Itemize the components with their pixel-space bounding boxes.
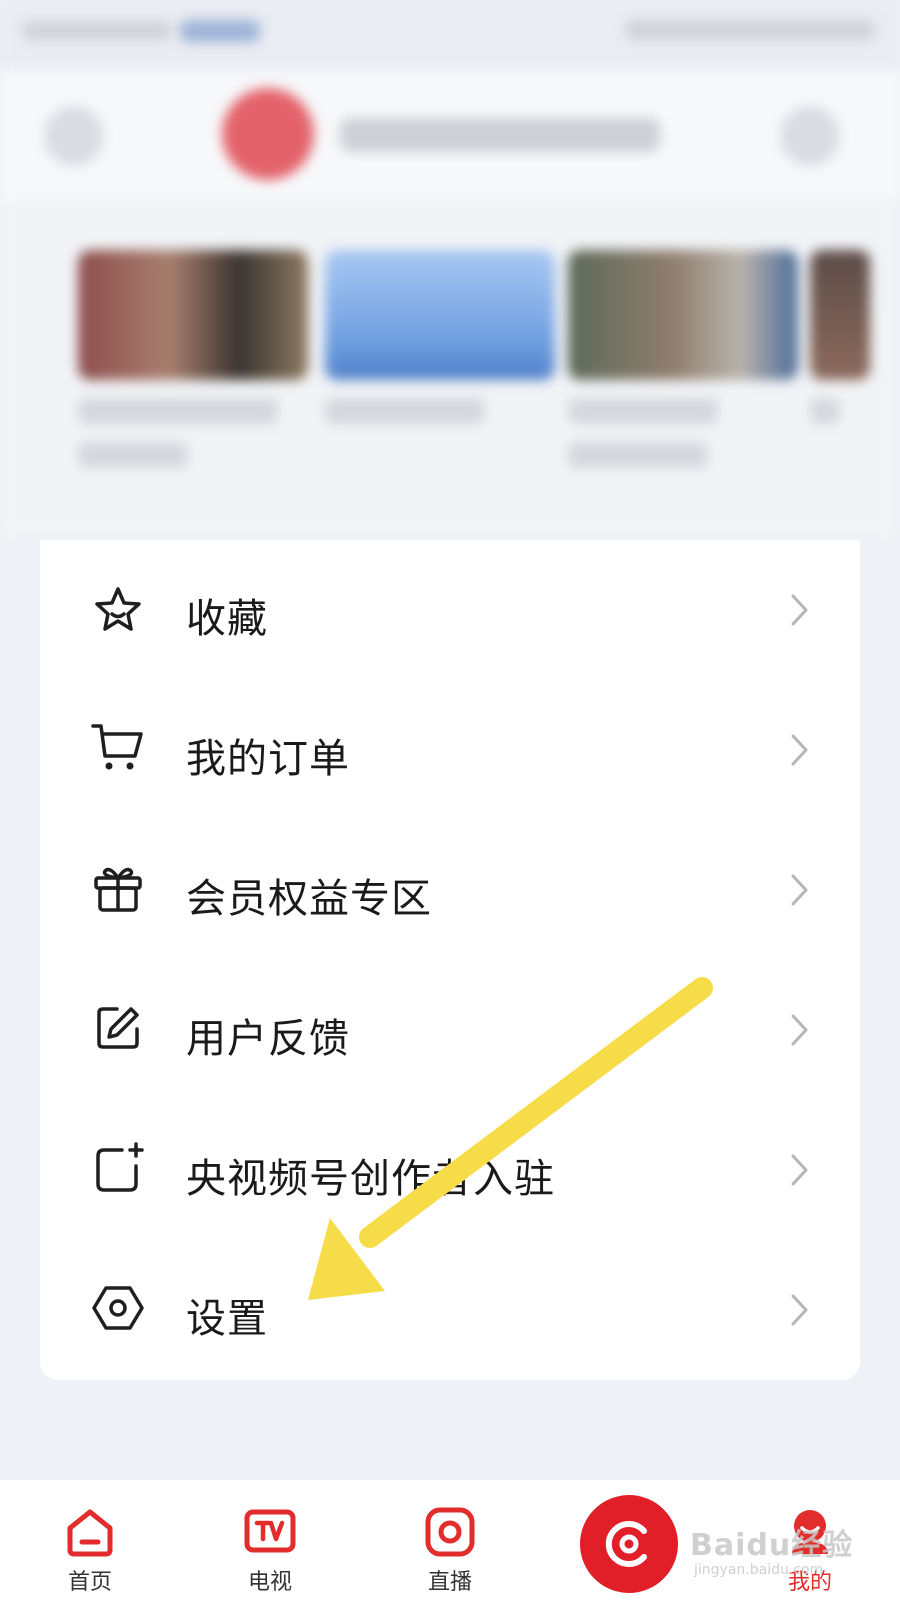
- menu-item-label: 用户反馈: [186, 1016, 350, 1062]
- menu-item-label: 设置: [186, 1296, 268, 1342]
- baidu-watermark: Baidu经验 jingyan.baidu.com: [690, 1520, 860, 1590]
- history-card[interactable]: [78, 250, 308, 468]
- menu-item-feedback[interactable]: 用户反馈: [40, 960, 860, 1100]
- history-card[interactable]: [810, 250, 870, 424]
- bottom-nav: 首页 电视 直播 我的 Baidu经验 jingyan.baidu.com: [0, 1480, 900, 1600]
- scan-icon[interactable]: [44, 106, 104, 166]
- history-title: [78, 442, 188, 468]
- message-icon[interactable]: [780, 106, 840, 166]
- history-title: [568, 442, 708, 468]
- menu-item-favorites[interactable]: 收藏: [40, 540, 860, 680]
- center-action-button[interactable]: [580, 1495, 678, 1593]
- profile-header: [0, 70, 900, 200]
- edit-icon: [90, 1000, 146, 1056]
- blurred-top-area: [0, 0, 900, 540]
- menu-item-settings[interactable]: 设置: [40, 1240, 860, 1380]
- history-thumbnail: [810, 250, 870, 380]
- chevron-right-icon: [788, 1150, 812, 1190]
- history-title: [568, 398, 718, 424]
- home-icon: [67, 1509, 113, 1557]
- history-thumbnail: [325, 250, 555, 380]
- nav-item-home[interactable]: 首页: [30, 1480, 150, 1600]
- chevron-right-icon: [788, 730, 812, 770]
- status-bar: [0, 0, 900, 70]
- menu-item-label: 收藏: [186, 596, 268, 642]
- settings-hexagon-icon: [90, 1280, 146, 1336]
- chevron-right-icon: [788, 1290, 812, 1330]
- nav-label: 直播: [427, 1570, 472, 1595]
- cctv-logo-icon: [605, 1521, 647, 1567]
- history-title: [325, 398, 485, 424]
- menu-card: 收藏 我的订单 会员权益专区 用户反馈 央视频号创作者入驻 设置: [40, 540, 860, 1380]
- menu-item-creator-join[interactable]: 央视频号创作者入驻: [40, 1100, 860, 1240]
- chevron-right-icon: [788, 870, 812, 910]
- nav-item-tv[interactable]: 电视: [210, 1480, 330, 1600]
- status-bar-indicator: [180, 20, 260, 42]
- chevron-right-icon: [788, 590, 812, 630]
- watch-history-carousel: [0, 200, 900, 540]
- nav-item-live[interactable]: 直播: [390, 1480, 510, 1600]
- history-thumbnail: [78, 250, 308, 380]
- chevron-right-icon: [788, 1010, 812, 1050]
- watermark-main: Baidu经验: [690, 1528, 854, 1563]
- menu-item-label: 会员权益专区: [186, 876, 432, 922]
- status-bar-system-icons: [625, 20, 875, 40]
- cart-icon: [90, 720, 146, 776]
- status-bar-time: [22, 22, 172, 40]
- nav-label: 电视: [247, 1570, 292, 1595]
- menu-item-orders[interactable]: 我的订单: [40, 680, 860, 820]
- history-card[interactable]: [568, 250, 798, 468]
- history-title: [78, 398, 278, 424]
- tv-icon: [244, 1509, 296, 1553]
- live-icon: [425, 1507, 475, 1557]
- history-title: [810, 398, 840, 424]
- watermark-sub: jingyan.baidu.com: [694, 1562, 824, 1578]
- menu-item-membership[interactable]: 会员权益专区: [40, 820, 860, 960]
- history-card[interactable]: [325, 250, 555, 424]
- star-icon: [90, 582, 146, 638]
- menu-item-label: 我的订单: [186, 736, 350, 782]
- username[interactable]: [340, 118, 660, 152]
- gift-icon: [90, 860, 146, 916]
- nav-label: 首页: [67, 1570, 112, 1595]
- avatar[interactable]: [222, 88, 314, 180]
- history-thumbnail: [568, 250, 798, 380]
- menu-item-label: 央视频号创作者入驻: [186, 1156, 555, 1202]
- creator-add-icon: [90, 1140, 146, 1196]
